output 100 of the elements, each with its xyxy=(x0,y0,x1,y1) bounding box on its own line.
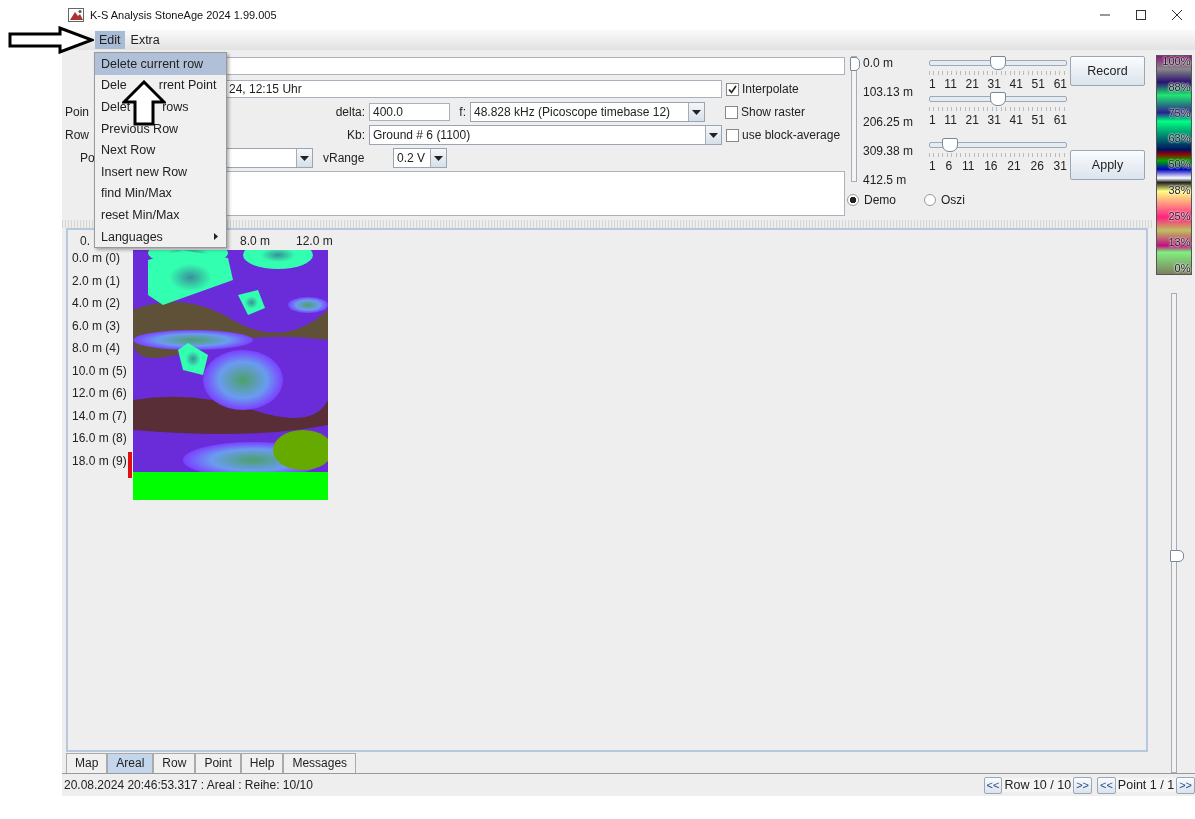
close-icon[interactable] xyxy=(1171,9,1183,21)
axis-label: 12.0 m xyxy=(296,234,333,248)
menu-item[interactable]: Previous Row xyxy=(95,117,226,140)
frequency-dropdown[interactable]: 48.828 kHz (Picoscope timebase 12) xyxy=(470,102,705,122)
date-field[interactable]: 24, 12:15 Uhr xyxy=(225,80,722,98)
f-label: f: xyxy=(459,105,466,119)
slider-thumb[interactable] xyxy=(990,56,1006,70)
scale-label: 88% xyxy=(1168,81,1191,93)
kb-label: Kb: xyxy=(347,128,365,142)
menu-item[interactable]: Dele rrent Point xyxy=(95,74,226,97)
tick-label: 26 xyxy=(1030,159,1044,174)
ground-dropdown[interactable]: Ground # 6 (1100) xyxy=(369,125,722,145)
axis-label: 4.0 m (2) xyxy=(72,296,120,311)
radio-button[interactable] xyxy=(924,194,936,206)
axis-label: 10.0 m (5) xyxy=(72,363,127,378)
tick-label: 21 xyxy=(965,113,979,128)
tick-label: 61 xyxy=(1053,113,1067,128)
axis-label: 8.0 m xyxy=(240,234,270,248)
tick-label: 51 xyxy=(1031,77,1045,92)
menu-item[interactable]: Delete current row xyxy=(95,53,226,75)
depth-label: 309.38 m xyxy=(863,144,914,158)
right-arrow-icon xyxy=(8,26,94,54)
dropdown-arrow-icon xyxy=(300,155,309,161)
checkbox[interactable] xyxy=(726,82,739,96)
slider-thumb[interactable] xyxy=(990,92,1006,106)
checkbox-label: Interpolate xyxy=(742,82,799,96)
axis-label: 14.0 m (7) xyxy=(72,408,127,423)
axis-label: 2.0 m (1) xyxy=(72,273,120,288)
tab[interactable]: Row xyxy=(153,753,196,773)
slider-thumb[interactable] xyxy=(1169,550,1184,563)
axis-label: 18.0 m (9) xyxy=(72,453,127,468)
dropdown-arrow-icon xyxy=(709,132,718,138)
previous-point-button[interactable]: << xyxy=(1097,776,1116,794)
action-button[interactable]: Record xyxy=(1070,56,1145,86)
axis-label: 0.0 m (0) xyxy=(72,251,120,266)
tab[interactable]: Help xyxy=(240,753,284,773)
tab[interactable]: Areal xyxy=(107,753,154,773)
menu-item[interactable]: Insert new Row xyxy=(95,160,226,183)
tick-label: 51 xyxy=(1031,113,1045,128)
tick-label: 31 xyxy=(1053,159,1067,174)
tick-label: 16 xyxy=(984,159,998,174)
menu-item[interactable]: Delet rows xyxy=(95,96,226,118)
slider-thumb[interactable] xyxy=(942,138,958,152)
tick-label: 6 xyxy=(945,159,953,174)
axis-label: 0. xyxy=(80,234,90,248)
next-row-button[interactable]: >> xyxy=(1073,776,1092,794)
axis-label: 6.0 m (3) xyxy=(72,318,120,333)
tick-label: 31 xyxy=(987,77,1001,92)
delta-label: delta: xyxy=(335,105,365,119)
scale-label: 0% xyxy=(1174,262,1191,274)
tick-label: 1 xyxy=(929,77,936,92)
point-counter: Point 1 / 1 xyxy=(1115,778,1177,792)
radio-label: Oszi xyxy=(941,193,965,207)
menu-item[interactable]: Next Row xyxy=(95,139,226,161)
menu-item[interactable]: Edit xyxy=(95,31,125,49)
next-point-button[interactable]: >> xyxy=(1176,776,1195,794)
depth-label: 206.25 m xyxy=(863,115,914,129)
tab[interactable]: Point xyxy=(195,753,241,773)
dropdown-arrow-icon xyxy=(434,155,443,161)
delta-field[interactable]: 400.0 xyxy=(369,103,450,121)
axis-label: 8.0 m (4) xyxy=(72,341,120,356)
submenu-arrow-icon xyxy=(214,233,218,241)
field-label: Row xyxy=(65,128,89,142)
text-field[interactable] xyxy=(225,57,845,75)
menu-item[interactable]: Extra xyxy=(126,31,164,49)
maximize-icon[interactable] xyxy=(1135,9,1147,21)
axis-label: 12.0 m (6) xyxy=(72,386,127,401)
tick-label: 61 xyxy=(1053,77,1067,92)
status-message: 20.08.2024 20:46:53.317 : Areal : Reihe: 10/10 xyxy=(63,778,313,792)
tick-label: 21 xyxy=(965,77,979,92)
checkbox[interactable] xyxy=(726,128,739,142)
depth-label: 412.5 m xyxy=(863,174,908,187)
tick-label: 1 xyxy=(929,159,936,174)
menu-item[interactable]: reset Min/Max xyxy=(95,204,226,226)
tick-label: 11 xyxy=(961,159,975,174)
action-button[interactable]: Apply xyxy=(1070,150,1145,180)
tab[interactable]: Map xyxy=(66,753,108,773)
menu-item[interactable]: find Min/Max xyxy=(95,182,226,205)
checkbox[interactable] xyxy=(725,105,738,119)
checkbox-label: Show raster xyxy=(741,105,806,119)
tick-label: 1 xyxy=(929,113,936,128)
scale-label: 38% xyxy=(1168,185,1191,197)
window-title: K-S Analysis StoneAge 2024 1.99.005 xyxy=(90,9,277,21)
radio-button[interactable] xyxy=(847,194,859,206)
tick-label: 41 xyxy=(1009,113,1023,128)
scale-label: 13% xyxy=(1168,236,1191,248)
checkbox-label: use block-average xyxy=(742,128,841,142)
scale-label: 25% xyxy=(1168,210,1191,222)
vrange-dropdown[interactable]: 0.2 V xyxy=(393,148,447,168)
field-label: Po xyxy=(80,151,95,165)
depth-label: 103.13 m xyxy=(863,86,914,100)
tick-label: 21 xyxy=(1007,159,1021,174)
radio-label: Demo xyxy=(864,193,896,207)
slider-thumb[interactable] xyxy=(850,57,860,71)
tab[interactable]: Messages xyxy=(283,753,357,773)
menu-item[interactable]: Languages xyxy=(95,225,226,248)
scale-label: 100% xyxy=(1162,56,1191,67)
previous-row-button[interactable]: << xyxy=(983,776,1003,794)
dropdown[interactable] xyxy=(225,148,313,168)
tick-label: 31 xyxy=(987,113,1001,128)
